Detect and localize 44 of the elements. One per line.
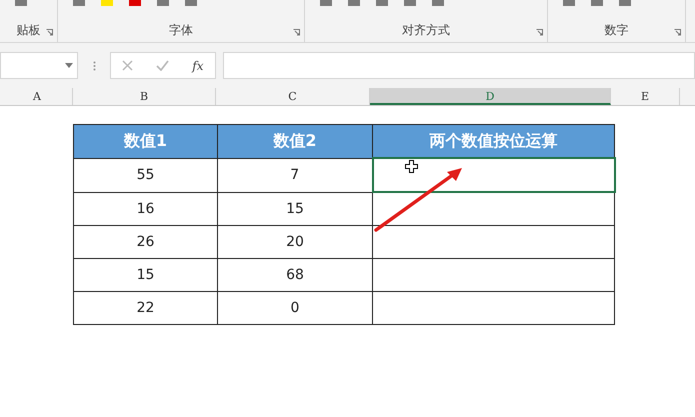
dialog-launcher-icon[interactable] bbox=[674, 29, 681, 36]
dropdown-caret-icon[interactable] bbox=[65, 63, 73, 68]
toolbar-icon[interactable] bbox=[618, 0, 632, 8]
dialog-launcher-icon[interactable] bbox=[293, 29, 300, 36]
toolbar-icon[interactable] bbox=[375, 0, 389, 8]
grip-icon bbox=[92, 60, 96, 70]
table-header-cell: 两个数值按位运算 bbox=[372, 124, 614, 158]
table-cell: 55 bbox=[74, 158, 218, 192]
ribbon-group-label: 数字 bbox=[604, 22, 628, 38]
column-header[interactable]: B bbox=[73, 88, 216, 105]
selected-cell[interactable] bbox=[372, 158, 614, 192]
table-cell: 68 bbox=[218, 258, 372, 292]
toolbar-icon[interactable] bbox=[128, 0, 142, 8]
check-icon[interactable] bbox=[156, 60, 170, 71]
ribbon-group-label: 贴板 bbox=[16, 22, 40, 38]
toolbar-icon[interactable] bbox=[347, 0, 361, 8]
column-header[interactable]: A bbox=[2, 88, 73, 105]
column-header[interactable]: D bbox=[370, 88, 611, 105]
table-cell: 20 bbox=[218, 226, 372, 258]
formula-input[interactable] bbox=[223, 52, 695, 79]
dialog-launcher-icon[interactable] bbox=[46, 29, 53, 36]
table-cell: 15 bbox=[74, 258, 218, 292]
toolbar-icon[interactable] bbox=[14, 0, 28, 8]
cell-cursor-icon bbox=[405, 160, 418, 173]
toolbar-icon[interactable] bbox=[562, 0, 576, 8]
table-cell: 16 bbox=[74, 192, 218, 226]
table-cell: 26 bbox=[74, 226, 218, 258]
toolbar-icon[interactable] bbox=[72, 0, 86, 8]
toolbar-icon[interactable] bbox=[403, 0, 417, 8]
toolbar-icon[interactable] bbox=[156, 0, 170, 8]
ribbon-group-label: 对齐方式 bbox=[402, 22, 450, 38]
toolbar-icon[interactable] bbox=[590, 0, 604, 8]
ribbon-group-label: 字体 bbox=[169, 22, 193, 38]
toolbar-icon[interactable] bbox=[431, 0, 445, 8]
table-cell: 0 bbox=[218, 292, 372, 324]
toolbar-icon[interactable] bbox=[319, 0, 333, 8]
column-header[interactable]: E bbox=[611, 88, 680, 105]
insert-function-button[interactable]: fx bbox=[192, 58, 204, 72]
table-header-cell: 数值1 bbox=[74, 124, 218, 158]
dialog-launcher-icon[interactable] bbox=[536, 29, 543, 36]
table-header-cell: 数值2 bbox=[218, 124, 372, 158]
toolbar-icon[interactable] bbox=[184, 0, 198, 8]
table-cell: 15 bbox=[218, 192, 372, 226]
table-cell: 22 bbox=[74, 292, 218, 324]
